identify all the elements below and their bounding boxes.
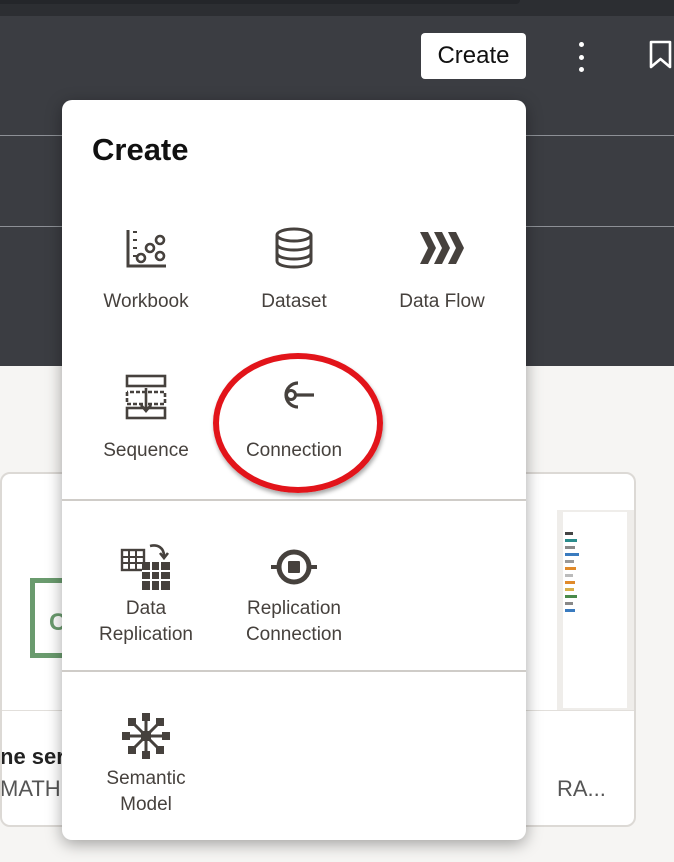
menu-item-workbook[interactable]: Workbook: [72, 220, 220, 320]
menu-item-dataset[interactable]: Dataset: [220, 220, 368, 320]
card-title: ne ser: [0, 744, 65, 769]
create-button[interactable]: Create: [421, 33, 526, 79]
menu-item-label: Sequence: [103, 440, 189, 461]
menu-title: Create: [92, 132, 189, 167]
menu-item-label: Data: [125, 598, 167, 619]
data-flow-icon: [420, 232, 464, 264]
more-options-icon[interactable]: [568, 40, 594, 74]
menu-item-label: Workbook: [103, 291, 189, 312]
menu-item-data-flow[interactable]: Data Flow: [368, 220, 516, 320]
semantic-model-icon: [122, 713, 170, 759]
menu-item-replication-connection[interactable]: Replication Connection: [220, 540, 368, 650]
menu-item-label: Replication: [99, 624, 193, 645]
data-replication-icon: [120, 544, 170, 590]
menu-section-divider: [62, 670, 526, 672]
sequence-icon: [125, 374, 167, 420]
thumbnail-legend: [565, 532, 595, 616]
menu-item-data-replication[interactable]: Data Replication: [72, 540, 220, 650]
highlight-annotation-circle: [213, 353, 383, 493]
menu-item-label: Connection: [245, 624, 343, 645]
workbook-icon: [126, 230, 166, 268]
menu-item-label: Model: [120, 794, 172, 815]
dataset-icon: [275, 227, 313, 269]
menu-item-sequence[interactable]: Sequence: [72, 370, 220, 470]
menu-item-label: Dataset: [261, 291, 327, 312]
menu-section-divider: [62, 499, 526, 501]
browser-top-strip: [0, 0, 674, 16]
menu-item-label: Semantic: [106, 768, 186, 789]
menu-item-semantic-model[interactable]: Semantic Model: [72, 710, 220, 820]
menu-item-label: Data Flow: [399, 291, 485, 312]
card-subtitle: RA...: [557, 776, 606, 801]
bookmark-icon[interactable]: [648, 40, 674, 70]
replication-connection-icon: [271, 549, 317, 585]
menu-item-label: Replication: [247, 598, 341, 619]
